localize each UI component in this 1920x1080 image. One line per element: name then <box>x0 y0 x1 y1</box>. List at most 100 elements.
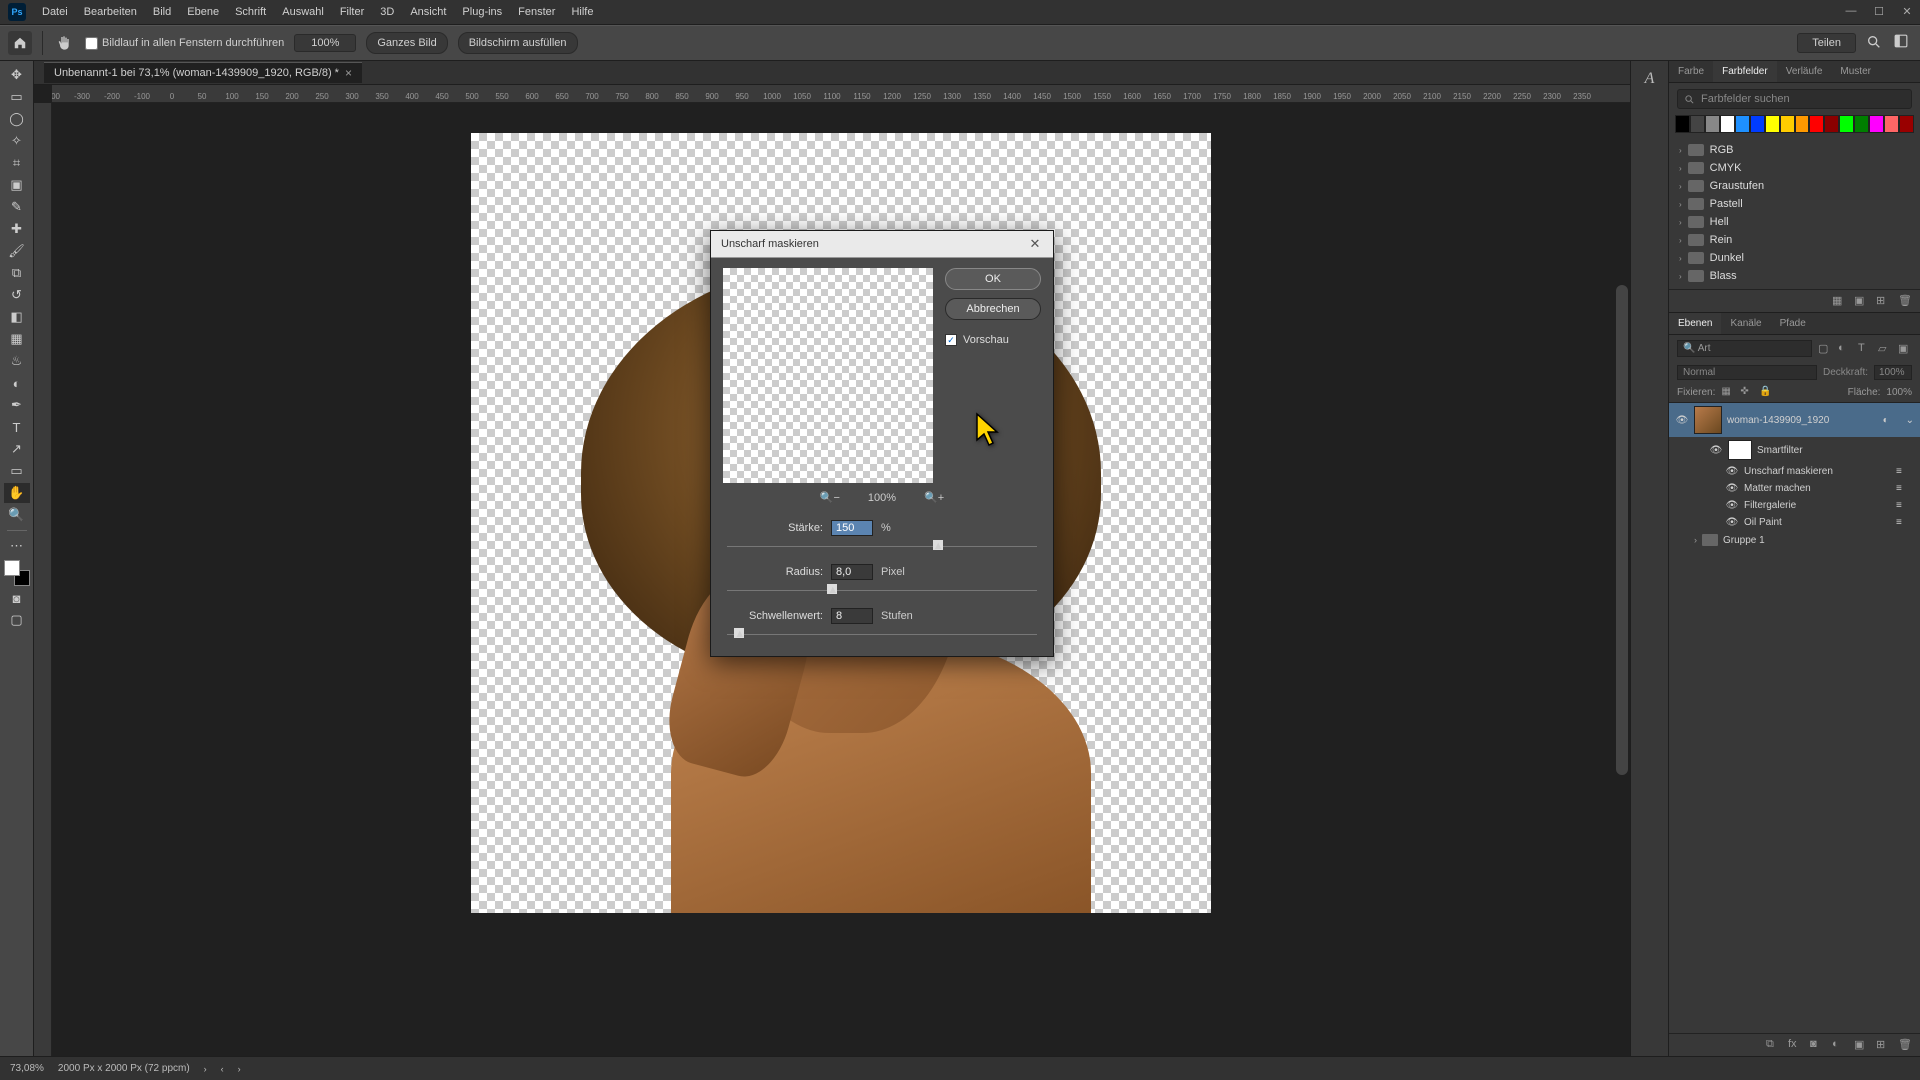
dialog-titlebar[interactable]: Unscharf maskieren ✕ <box>711 231 1053 258</box>
swatch[interactable] <box>1690 115 1705 133</box>
swatch[interactable] <box>1854 115 1869 133</box>
menu-auswahl[interactable]: Auswahl <box>274 6 332 18</box>
swatch-folder[interactable]: ›Dunkel <box>1669 249 1920 267</box>
document-tab[interactable]: Unbenannt-1 bei 73,1% (woman-1439909_192… <box>44 62 362 83</box>
radius-input[interactable]: 8,0 <box>831 564 873 580</box>
visibility-icon[interactable]: 👁 <box>1725 483 1739 494</box>
filter-shape-icon[interactable]: ▱ <box>1878 342 1892 356</box>
menu-plugins[interactable]: Plug-ins <box>454 6 510 18</box>
zoom-in-icon[interactable]: 🔍+ <box>924 491 944 504</box>
filter-matter[interactable]: 👁 Matter machen ≡ <box>1669 480 1920 497</box>
search-icon[interactable] <box>1866 34 1884 52</box>
threshold-input[interactable]: 8 <box>831 608 873 624</box>
minimize-icon[interactable]: — <box>1844 4 1858 18</box>
tab-farbe[interactable]: Farbe <box>1669 61 1713 82</box>
menu-filter[interactable]: Filter <box>332 6 372 18</box>
adjustment-layer-icon[interactable]: ◐ <box>1832 1038 1846 1052</box>
swatch[interactable] <box>1720 115 1735 133</box>
close-icon[interactable]: ✕ <box>1900 4 1914 18</box>
visibility-icon[interactable]: 👁 <box>1709 445 1723 456</box>
filter-galerie[interactable]: 👁 Filtergalerie ≡ <box>1669 497 1920 514</box>
workspace-icon[interactable] <box>1894 34 1912 52</box>
swatch[interactable] <box>1795 115 1810 133</box>
blend-options-icon[interactable]: ≡ <box>1896 500 1910 511</box>
menu-fenster[interactable]: Fenster <box>510 6 563 18</box>
filter-unscharf[interactable]: 👁 Unscharf maskieren ≡ <box>1669 463 1920 480</box>
visibility-icon[interactable]: 👁 <box>1725 466 1739 477</box>
heal-tool-icon[interactable]: ✚ <box>4 219 30 239</box>
menu-bearbeiten[interactable]: Bearbeiten <box>76 6 145 18</box>
filter-type-icon[interactable]: T <box>1858 342 1872 356</box>
maximize-icon[interactable]: ☐ <box>1872 4 1886 18</box>
edit-toolbar-icon[interactable]: ⋯ <box>4 536 30 556</box>
filter-fx-icon[interactable]: ⌄ <box>1906 415 1914 426</box>
layer-row-smartfilter[interactable]: 👁 Smartfilter <box>1669 437 1920 463</box>
swatch-folder[interactable]: ›Graustufen <box>1669 177 1920 195</box>
dialog-preview[interactable] <box>723 268 933 483</box>
blend-options-icon[interactable]: ≡ <box>1896 483 1910 494</box>
lock-all-icon[interactable]: 🔒 <box>1759 386 1772 399</box>
swatch[interactable] <box>1839 115 1854 133</box>
swatch-folder[interactable]: ›CMYK <box>1669 159 1920 177</box>
opacity-field[interactable]: 100% <box>1874 365 1912 380</box>
pen-tool-icon[interactable]: ✒ <box>4 395 30 415</box>
visibility-icon[interactable]: 👁 <box>1725 500 1739 511</box>
tab-ebenen[interactable]: Ebenen <box>1669 313 1721 334</box>
new-group-icon[interactable]: ▣ <box>1854 1038 1868 1052</box>
swatch-folder[interactable]: ›Pastell <box>1669 195 1920 213</box>
eraser-tool-icon[interactable]: ◧ <box>4 307 30 327</box>
swatch-grid-icon[interactable]: ▦ <box>1832 294 1846 308</box>
fit-screen-button[interactable]: Ganzes Bild <box>366 32 447 54</box>
swatch[interactable] <box>1750 115 1765 133</box>
gradient-tool-icon[interactable]: ▦ <box>4 329 30 349</box>
radius-slider[interactable]: ▲ <box>727 582 1037 598</box>
swatch-folder[interactable]: ›RGB <box>1669 141 1920 159</box>
crop-tool-icon[interactable]: ⌗ <box>4 153 30 173</box>
layer-row-group[interactable]: › Gruppe 1 <box>1669 531 1920 549</box>
screenmode-icon[interactable]: ▢ <box>4 610 30 630</box>
layer-row-main[interactable]: 👁 woman-1439909_1920 ◐ ⌄ <box>1669 403 1920 437</box>
blend-options-icon[interactable]: ≡ <box>1896 517 1910 528</box>
delete-layer-icon[interactable]: 🗑 <box>1898 1038 1912 1052</box>
status-chevron-icon[interactable]: › <box>204 1064 207 1074</box>
cancel-button[interactable]: Abbrechen <box>945 298 1041 320</box>
hand-tool-icon[interactable]: ✋ <box>4 483 30 503</box>
color-picker-icon[interactable] <box>4 560 30 586</box>
status-nav-left-icon[interactable]: ‹ <box>221 1064 224 1074</box>
tab-pfade[interactable]: Pfade <box>1771 313 1815 334</box>
lasso-tool-icon[interactable]: ◯ <box>4 109 30 129</box>
preview-checkbox[interactable]: ✓Vorschau <box>945 334 1041 346</box>
share-button[interactable]: Teilen <box>1797 33 1856 53</box>
fill-screen-button[interactable]: Bildschirm ausfüllen <box>458 32 578 54</box>
home-icon[interactable] <box>8 31 32 55</box>
zoom-field[interactable]: 100% <box>294 34 356 52</box>
swatch-folder[interactable]: ›Blass <box>1669 267 1920 285</box>
layer-mask-icon[interactable]: ◙ <box>1810 1038 1824 1052</box>
menu-hilfe[interactable]: Hilfe <box>563 6 601 18</box>
type-tool-icon[interactable]: T <box>4 417 30 437</box>
menu-datei[interactable]: Datei <box>34 6 76 18</box>
layer-filter-kind[interactable]: 🔍 Art <box>1677 340 1812 357</box>
history-brush-icon[interactable]: ↺ <box>4 285 30 305</box>
character-panel-icon[interactable]: A <box>1638 67 1662 91</box>
swatch[interactable] <box>1705 115 1720 133</box>
threshold-slider[interactable]: ▲ <box>727 626 1037 642</box>
filter-adjust-icon[interactable]: ◐ <box>1838 342 1852 356</box>
swatch[interactable] <box>1809 115 1824 133</box>
dodge-tool-icon[interactable]: ◐ <box>4 373 30 393</box>
path-tool-icon[interactable]: ↗ <box>4 439 30 459</box>
swatch[interactable] <box>1899 115 1914 133</box>
strength-slider[interactable]: ▲ <box>727 538 1037 554</box>
swatch[interactable] <box>1869 115 1884 133</box>
stamp-tool-icon[interactable]: ⧉ <box>4 263 30 283</box>
swatch[interactable] <box>1884 115 1899 133</box>
swatch[interactable] <box>1824 115 1839 133</box>
new-swatch-icon[interactable]: ⊞ <box>1876 294 1890 308</box>
ok-button[interactable]: OK <box>945 268 1041 290</box>
shape-tool-icon[interactable]: ▭ <box>4 461 30 481</box>
delete-swatch-icon[interactable]: 🗑 <box>1898 294 1912 308</box>
status-zoom[interactable]: 73,08% <box>10 1063 44 1074</box>
menu-ebene[interactable]: Ebene <box>179 6 227 18</box>
zoom-tool-icon[interactable]: 🔍 <box>4 505 30 525</box>
filter-image-icon[interactable]: ▢ <box>1818 342 1832 356</box>
